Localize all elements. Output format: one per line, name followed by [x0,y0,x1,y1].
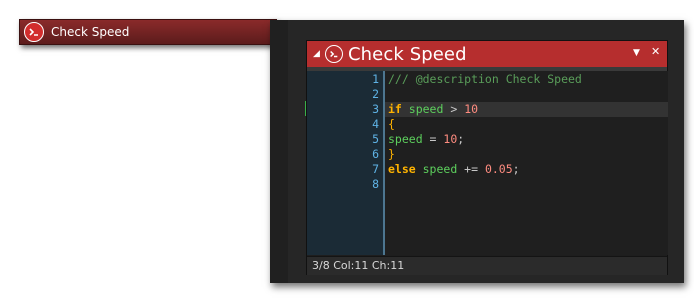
code-line[interactable]: 6} [307,147,669,162]
panel-edge [270,20,288,283]
code-line[interactable]: 8 [307,177,669,192]
code-token: if [388,102,409,116]
script-chip[interactable]: Check Speed [19,19,277,45]
script-icon [325,45,343,63]
code-token: = [422,132,444,146]
status-bar: 3/8 Col:11 Ch:11 [307,256,667,275]
code-token: else [388,162,423,176]
code-token: speed [422,162,458,176]
line-number: 3 [372,102,379,116]
code-token: 10 [464,102,479,116]
code-token: 10 [443,132,458,146]
code-token: /// @description Check Speed [388,72,582,86]
code-text[interactable]: if speed > 10 [388,102,478,117]
code-line[interactable]: 7 else speed += 0.05; [307,162,669,177]
code-token: { [388,117,395,131]
close-icon[interactable]: ✕ [651,45,660,58]
line-number: 1 [372,72,379,86]
code-text[interactable]: /// @description Check Speed [388,72,582,87]
chip-label: Check Speed [51,25,130,39]
code-token: ; [457,132,465,146]
script-icon [24,22,44,42]
code-token: speed [388,132,423,146]
code-text[interactable]: { [388,117,395,132]
code-token: > [443,102,465,116]
menu-dropdown-icon[interactable]: ▼ [633,48,640,58]
line-number: 2 [372,87,379,101]
line-number: 8 [372,177,379,191]
line-number: 7 [372,162,379,176]
code-text[interactable]: else speed += 0.05; [388,162,520,177]
code-line[interactable]: 5 speed = 10; [307,132,669,147]
editor-title: Check Speed [348,43,467,65]
code-token: speed [408,102,444,116]
code-line[interactable]: 3 if speed > 10 [372,102,668,117]
collapse-icon[interactable]: ◢ [313,49,325,59]
editor-title-bar[interactable]: ◢ Check Speed ▼ ✕ [307,41,667,67]
code-editor-window: ◢ Check Speed ▼ ✕ 1 /// @description Chec… [306,40,668,275]
code-line[interactable]: 2 [307,87,669,102]
code-text[interactable]: speed = 10; [388,132,464,147]
code-text[interactable]: } [388,147,395,162]
line-number: 6 [372,147,379,161]
code-token: } [388,147,395,161]
code-token: += [457,162,485,176]
code-line[interactable]: 4{ [307,117,669,132]
code-token: ; [512,162,520,176]
line-number: 4 [372,117,379,131]
code-token: 0.05 [484,162,513,176]
line-number: 5 [372,132,379,146]
code-line[interactable]: 1 /// @description Check Speed [307,72,669,87]
